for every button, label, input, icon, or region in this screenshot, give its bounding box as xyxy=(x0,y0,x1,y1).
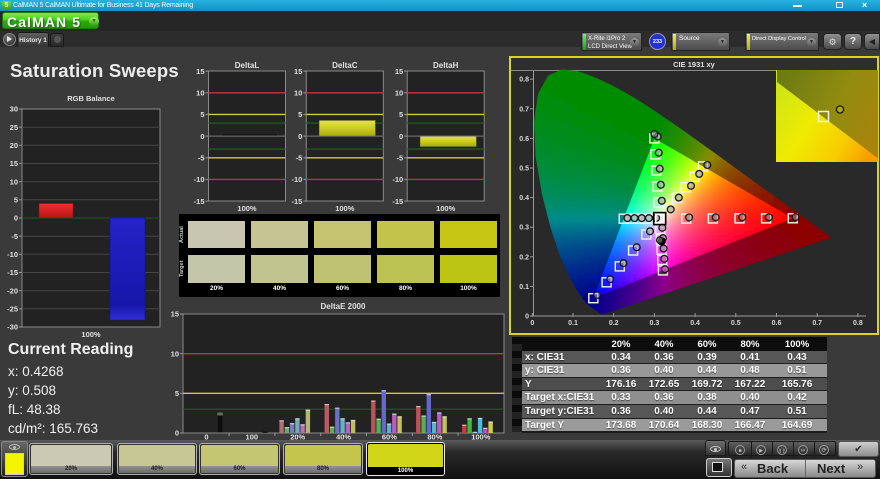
svg-text:0: 0 xyxy=(530,320,534,327)
svg-text:0: 0 xyxy=(525,314,529,321)
svg-text:0.8: 0.8 xyxy=(519,77,529,84)
svg-text:0.8: 0.8 xyxy=(853,320,863,327)
svg-text:0.2: 0.2 xyxy=(519,254,529,261)
svg-text:0.6: 0.6 xyxy=(772,320,782,327)
svg-text:0.7: 0.7 xyxy=(519,106,529,113)
svg-text:0.1: 0.1 xyxy=(519,284,529,291)
svg-text:0.4: 0.4 xyxy=(519,195,529,202)
svg-text:0.2: 0.2 xyxy=(609,320,619,327)
svg-text:0.5: 0.5 xyxy=(519,166,529,173)
svg-text:0.5: 0.5 xyxy=(731,320,741,327)
svg-text:0.7: 0.7 xyxy=(812,320,822,327)
svg-text:0.4: 0.4 xyxy=(690,320,700,327)
svg-text:0.3: 0.3 xyxy=(650,320,660,327)
svg-text:0.1: 0.1 xyxy=(568,320,578,327)
svg-text:0.3: 0.3 xyxy=(519,225,529,232)
svg-text:0.6: 0.6 xyxy=(519,136,529,143)
